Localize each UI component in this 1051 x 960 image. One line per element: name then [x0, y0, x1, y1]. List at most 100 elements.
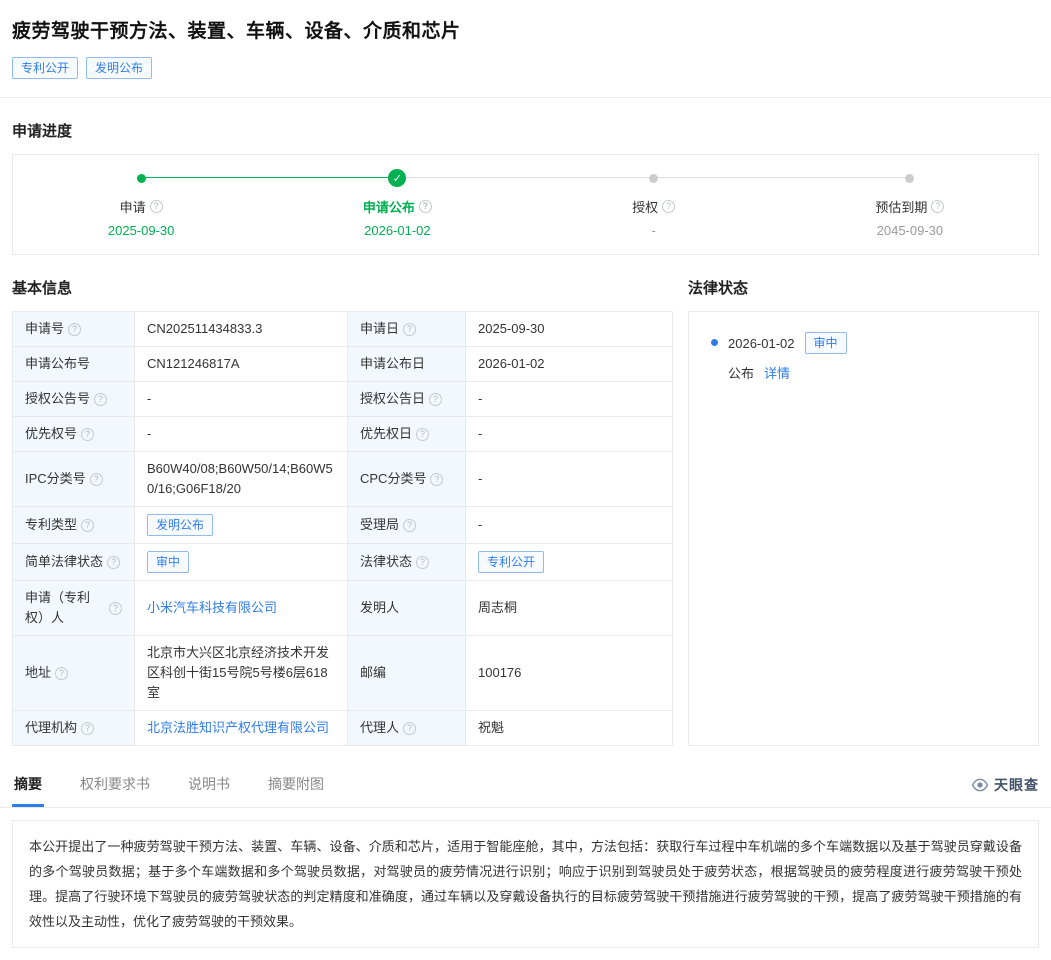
info-icon[interactable]: ?: [107, 556, 120, 569]
info-icon[interactable]: ?: [90, 473, 103, 486]
info-icon[interactable]: ?: [403, 519, 416, 532]
progress-heading: 申请进度: [12, 120, 1039, 141]
progress-steps: 申请 ? 2025-09-30 ✓ 申请公布 ? 2026-01-02: [13, 169, 1038, 238]
table-row: 简单法律状态 ? 审中 法律状态 ? 专利公开: [13, 544, 672, 581]
progress-step-grant: 授权 ? -: [526, 169, 782, 238]
application-date-label: 申请日 ?: [348, 312, 466, 346]
agency-label: 代理机构 ?: [13, 711, 135, 745]
applicant-label: 申请（专利权）人 ?: [13, 581, 135, 635]
info-icon[interactable]: ?: [416, 556, 429, 569]
grant-date-label: 授权公告日 ?: [348, 382, 466, 416]
info-icon[interactable]: ?: [81, 519, 94, 532]
progress-step-estimated-expiry: 预估到期 ? 2045-09-30: [782, 169, 1038, 238]
table-row: 代理机构 ? 北京法胜知识产权代理有限公司 代理人 ? 祝魁: [13, 711, 672, 746]
inventor-value: 周志桐: [466, 581, 672, 635]
table-row: IPC分类号 ? B60W40/08;B60W50/14;B60W50/16;G…: [13, 452, 672, 507]
postcode-label: 邮编: [348, 636, 466, 710]
info-icon[interactable]: ?: [55, 667, 68, 680]
simple-legal-status-value: 审中: [135, 544, 348, 580]
basic-info-heading: 基本信息: [12, 277, 673, 298]
tab-claims[interactable]: 权利要求书: [78, 766, 152, 807]
tag-row: 专利公开 发明公布: [12, 57, 1039, 79]
patent-type-value: 发明公布: [135, 507, 348, 543]
receiving-office-value: -: [466, 507, 672, 543]
legal-status-event: 公布: [728, 363, 754, 382]
cpc-class-label: CPC分类号 ?: [348, 452, 466, 506]
patent-detail-page: 疲劳驾驶干预方法、装置、车辆、设备、介质和芯片 专利公开 发明公布 申请进度 申…: [0, 0, 1051, 948]
tianyancha-logo: 天眼查: [971, 775, 1039, 807]
step-pending-dot: [905, 174, 914, 183]
table-row: 授权公告号 ? - 授权公告日 ? -: [13, 382, 672, 417]
step-date: -: [526, 223, 782, 238]
priority-number-label: 优先权号 ?: [13, 417, 135, 451]
page-header: 疲劳驾驶干预方法、装置、车辆、设备、介质和芯片 专利公开 发明公布: [12, 0, 1039, 79]
basic-info-section: 基本信息 申请号 ? CN202511434833.3 申请日 ? 2025-0…: [12, 255, 673, 746]
legal-status-value: 专利公开: [466, 544, 672, 580]
legal-status-section: 法律状态 2026-01-02 审中 公布 详情: [688, 255, 1039, 746]
eye-icon: [971, 776, 989, 794]
page-title: 疲劳驾驶干预方法、装置、车辆、设备、介质和芯片: [12, 16, 1039, 43]
pending-status-badge: 审中: [147, 551, 189, 573]
info-icon[interactable]: ?: [416, 428, 429, 441]
info-icon[interactable]: ?: [81, 722, 94, 735]
application-number-value: CN202511434833.3: [135, 312, 348, 346]
main-columns: 基本信息 申请号 ? CN202511434833.3 申请日 ? 2025-0…: [12, 255, 1039, 746]
inventor-label: 发明人: [348, 581, 466, 635]
info-icon[interactable]: ?: [662, 200, 675, 213]
info-icon[interactable]: ?: [403, 323, 416, 336]
info-icon[interactable]: ?: [94, 393, 107, 406]
check-icon: ✓: [388, 169, 406, 187]
grant-number-label: 授权公告号 ?: [13, 382, 135, 416]
info-icon[interactable]: ?: [419, 200, 432, 213]
info-icon[interactable]: ?: [429, 393, 442, 406]
cpc-class-value: -: [466, 452, 672, 506]
grant-date-value: -: [466, 382, 672, 416]
legal-status-box: 2026-01-02 审中 公布 详情: [688, 311, 1039, 746]
timeline-dot: [711, 339, 718, 346]
agency-value: 北京法胜知识产权代理有限公司: [135, 711, 348, 745]
tab-abstract-figure[interactable]: 摘要附图: [266, 766, 326, 807]
publication-date-label: 申请公布日: [348, 347, 466, 381]
info-icon[interactable]: ?: [430, 473, 443, 486]
application-date-value: 2025-09-30: [466, 312, 672, 346]
tag-patent-public: 专利公开: [12, 57, 78, 79]
publication-date-value: 2026-01-02: [466, 347, 672, 381]
agency-link[interactable]: 北京法胜知识产权代理有限公司: [147, 718, 329, 738]
table-row: 申请（专利权）人 ? 小米汽车科技有限公司 发明人 周志桐: [13, 581, 672, 636]
legal-detail-link[interactable]: 详情: [764, 363, 790, 382]
header-divider: [0, 97, 1051, 98]
tag-invention-publication: 发明公布: [86, 57, 152, 79]
info-icon[interactable]: ?: [403, 722, 416, 735]
detail-tabbar: 摘要 权利要求书 说明书 摘要附图 天眼查: [0, 766, 1051, 808]
tab-description[interactable]: 说明书: [186, 766, 232, 807]
legal-status-date: 2026-01-02: [728, 336, 795, 351]
application-number-label: 申请号 ?: [13, 312, 135, 346]
application-progress-section: 申请进度 申请 ? 2025-09-30 ✓ 申请公布 ?: [12, 120, 1039, 255]
info-icon[interactable]: ?: [68, 323, 81, 336]
info-icon[interactable]: ?: [109, 602, 122, 615]
table-row: 申请号 ? CN202511434833.3 申请日 ? 2025-09-30: [13, 312, 672, 347]
patent-type-badge: 发明公布: [147, 514, 213, 536]
brand-name: 天眼查: [994, 775, 1039, 795]
applicant-link[interactable]: 小米汽车科技有限公司: [147, 598, 277, 618]
abstract-text: 本公开提出了一种疲劳驾驶干预方法、装置、车辆、设备、介质和芯片，适用于智能座舱，…: [12, 820, 1039, 948]
agent-label: 代理人 ?: [348, 711, 466, 745]
publication-number-label: 申请公布号: [13, 347, 135, 381]
step-done-dot: [137, 174, 146, 183]
legal-status-label: 法律状态 ?: [348, 544, 466, 580]
ipc-class-label: IPC分类号 ?: [13, 452, 135, 506]
address-label: 地址 ?: [13, 636, 135, 710]
legal-status-item: 2026-01-02 审中 公布 详情: [711, 332, 1016, 382]
info-icon[interactable]: ?: [931, 200, 944, 213]
step-label: 授权: [632, 197, 658, 216]
applicant-value: 小米汽车科技有限公司: [135, 581, 348, 635]
info-icon[interactable]: ?: [150, 200, 163, 213]
legal-status-item-badge: 审中: [805, 332, 847, 354]
step-date: 2025-09-30: [13, 223, 269, 238]
patent-type-label: 专利类型 ?: [13, 507, 135, 543]
tab-abstract[interactable]: 摘要: [12, 766, 44, 807]
step-label: 申请公布: [363, 197, 415, 216]
progress-step-publication: ✓ 申请公布 ? 2026-01-02: [269, 169, 525, 238]
info-icon[interactable]: ?: [81, 428, 94, 441]
step-date: 2045-09-30: [782, 223, 1038, 238]
